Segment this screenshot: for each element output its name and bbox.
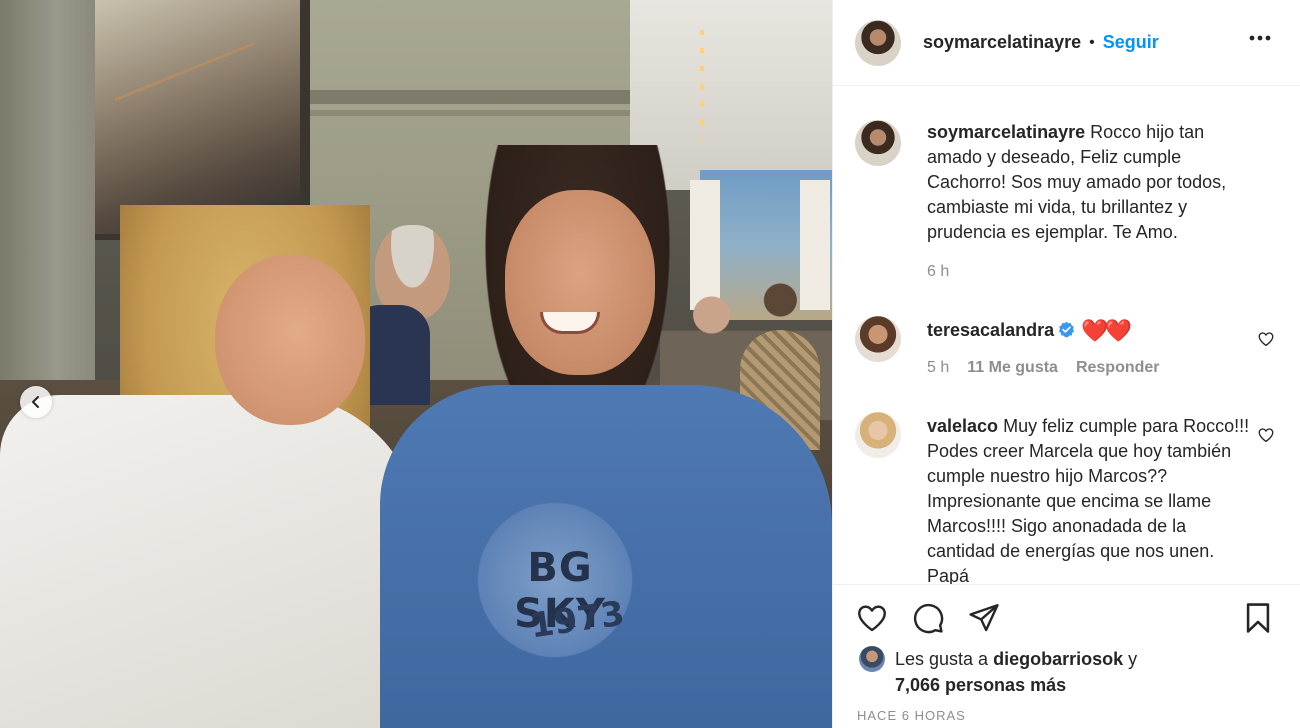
post-header: soymarcelatinayre • Seguir [833, 0, 1300, 86]
comment-body: teresacalandra ❤️❤️ [927, 318, 1257, 343]
photo-man-tshirt: BG SKY 1973 [380, 385, 832, 728]
photo-woman-blouse [0, 395, 420, 728]
chevron-left-icon [32, 396, 39, 408]
caption-avatar[interactable] [855, 120, 901, 166]
likes-prefix: Les gusta a [895, 649, 989, 669]
caption-time[interactable]: 6 h [927, 263, 949, 281]
like-comment-icon[interactable] [1257, 426, 1275, 444]
comment-likes[interactable]: 11 Me gusta [967, 359, 1058, 377]
comment-text: ❤️❤️ [1081, 318, 1132, 343]
author-avatar[interactable] [855, 19, 901, 66]
like-heart-icon[interactable] [855, 601, 889, 635]
likes-count[interactable]: 7,066 personas más [895, 675, 1066, 695]
photo-window [95, 0, 310, 240]
comment: teresacalandra ❤️❤️ 5 h 11 Me gusta Resp… [855, 316, 1295, 386]
comment-text: Muy feliz cumple para Rocco!!! Podes cre… [927, 416, 1250, 584]
post-timestamp[interactable]: HACE 6 HORAS [857, 708, 966, 723]
comment-avatar[interactable] [855, 316, 901, 362]
caption: soymarcelatinayre Rocco hijo tan amado y… [855, 120, 1295, 290]
share-send-icon[interactable] [967, 601, 1001, 635]
photo-man-face [505, 190, 655, 375]
photo-woman-face [215, 255, 365, 425]
like-comment-icon[interactable] [1257, 330, 1275, 348]
comment-bubble-icon[interactable] [911, 601, 945, 635]
follow-button[interactable]: Seguir [1103, 32, 1159, 53]
likes-connector: y [1128, 649, 1138, 669]
separator-dot: • [1089, 33, 1095, 51]
comment: valelaco Muy feliz cumple para Rocco!!! … [855, 412, 1295, 584]
comment-username[interactable]: teresacalandra [927, 320, 1054, 340]
liker-avatar[interactable] [859, 646, 885, 672]
caption-meta: 6 h [927, 263, 949, 281]
caption-body: soymarcelatinayre Rocco hijo tan amado y… [927, 120, 1257, 245]
more-horizontal-icon [1249, 35, 1271, 41]
comment-username[interactable]: valelaco [927, 416, 998, 436]
save-bookmark-icon[interactable] [1241, 601, 1275, 635]
author-username[interactable]: soymarcelatinayre [923, 32, 1081, 53]
verified-badge-icon [1059, 321, 1075, 338]
comment-avatar[interactable] [855, 412, 901, 458]
reply-button[interactable]: Responder [1076, 359, 1160, 377]
likes-summary: Les gusta a diegobarriosok y 7,066 perso… [859, 646, 1137, 698]
carousel-prev-button[interactable] [20, 386, 52, 418]
post-photo: BG SKY 1973 [0, 0, 832, 728]
comment-meta: 5 h 11 Me gusta Responder [927, 359, 1160, 377]
comment-body: valelaco Muy feliz cumple para Rocco!!! … [927, 414, 1257, 584]
comments-list: soymarcelatinayre Rocco hijo tan amado y… [833, 87, 1300, 584]
liker-username[interactable]: diegobarriosok [993, 646, 1123, 672]
more-options-button[interactable] [1245, 28, 1275, 48]
caption-username[interactable]: soymarcelatinayre [927, 122, 1085, 142]
post-side-panel: soymarcelatinayre • Seguir soymarcelatin… [832, 0, 1300, 728]
comment-time[interactable]: 5 h [927, 359, 949, 377]
